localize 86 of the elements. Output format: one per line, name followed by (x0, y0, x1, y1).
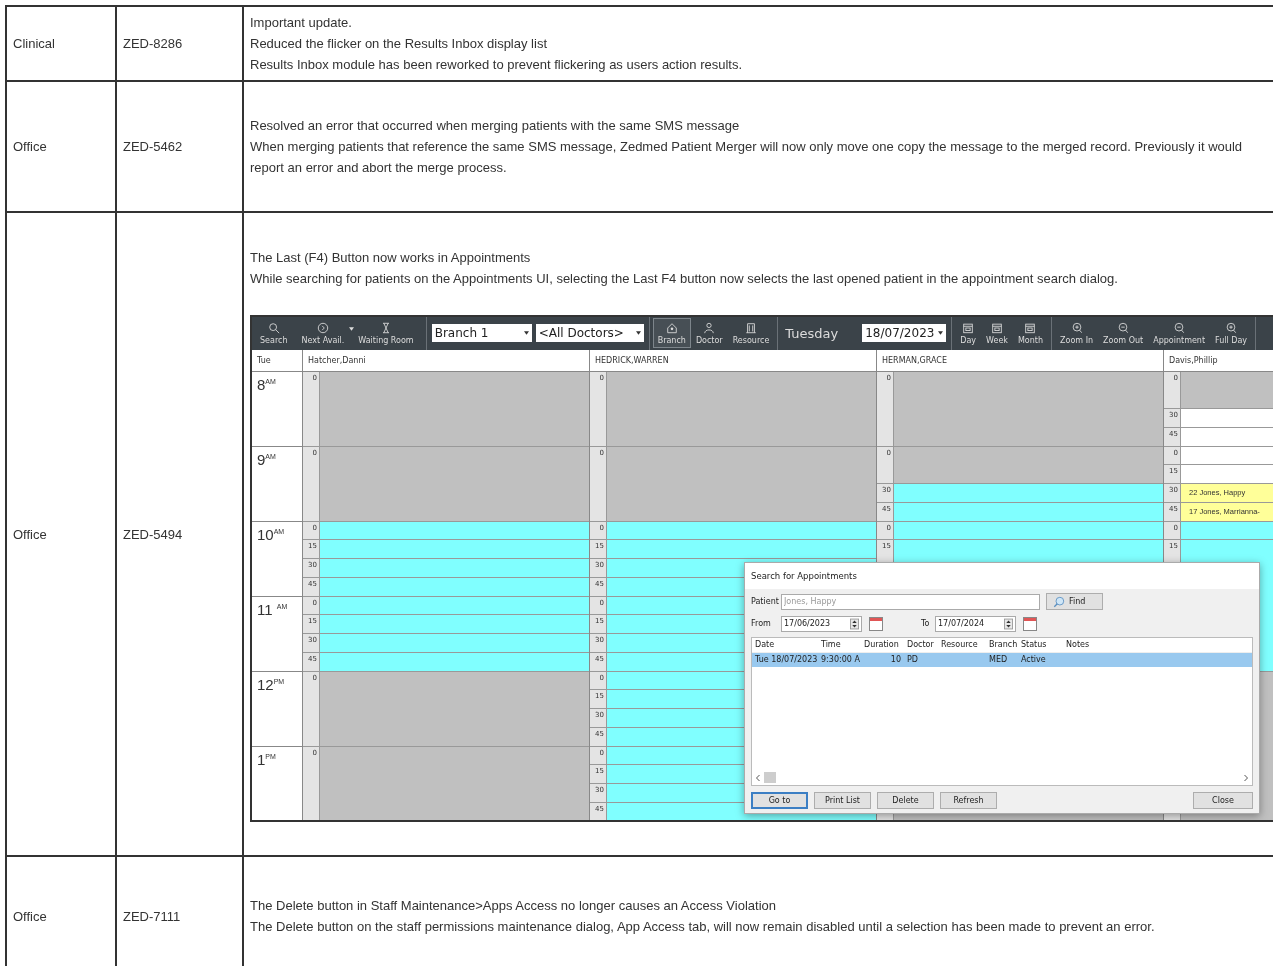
note-text: While searching for patients on the Appointments UI, selecting the Last F4 button now selects the last opened patient in the appointment search dialog. (250, 269, 1119, 288)
note-text: Reduced the flicker on the Results Inbox display list (250, 35, 548, 53)
building-icon (745, 321, 757, 334)
field-label: Patient (751, 597, 777, 606)
scroll-thumb[interactable] (764, 772, 776, 783)
toolbar-button[interactable]: Week (981, 318, 1013, 348)
toolbar-button[interactable]: Appointment (1148, 318, 1211, 348)
calendar-icon[interactable] (869, 616, 883, 631)
date-field[interactable]: 17/07/2024 (935, 615, 1016, 632)
toolbar-button[interactable]: Waiting Room (353, 318, 419, 348)
calendar-icon[interactable] (1023, 616, 1037, 631)
spin-icon (1004, 617, 1013, 630)
hour-label: 8$^{AM}$ (252, 371, 302, 447)
table-cell-text: MED (988, 655, 1009, 664)
dialog-title: Search for Appointments (745, 562, 1259, 589)
calendar-icon (1024, 321, 1037, 334)
toolbar-button[interactable]: Doctor (690, 318, 728, 348)
dialog-button[interactable]: Close (1193, 791, 1253, 809)
zoom-out-icon (1117, 321, 1130, 334)
table-cell-text: 9:30:00 A (820, 655, 861, 664)
search-icon (267, 321, 280, 334)
dropdown-select[interactable]: Branch 1 (431, 324, 532, 342)
table-cell-text: Active (1020, 655, 1047, 664)
find-button[interactable]: Find (1046, 593, 1103, 610)
dialog-button[interactable]: Print List (814, 791, 871, 809)
hour-label: 12$^{PM}$ (252, 671, 302, 747)
column-header: Branch (988, 640, 1018, 649)
hour-label: 10$^{AM}$ (252, 521, 302, 597)
patient-field[interactable]: Jones, Happy (781, 593, 1040, 610)
person-icon (703, 321, 716, 334)
table-cell-text: PD (906, 655, 919, 664)
toolbar-button[interactable]: Zoom Out (1098, 318, 1149, 348)
note-text: Important update. (250, 14, 353, 32)
note-text: Results Inbox module has been reworked to prevent flickering as users action results. (250, 56, 744, 74)
day-label: Tuesday (784, 325, 840, 341)
category-text: Clinical (13, 36, 55, 51)
column-header: Time (820, 640, 842, 649)
note-text: The Delete button on the staff permissions maintenance dialog, App Access tab, will now remain disabled until a selection has been made to prevent an error. (250, 918, 1156, 936)
date-field[interactable]: 17/06/2023 (781, 615, 862, 632)
zoom-in-icon (1070, 321, 1083, 334)
dropdown-select[interactable]: <All Doctors> (535, 324, 644, 342)
toolbar-button[interactable]: Resource (727, 318, 775, 348)
table-cell-text: Tue 18/07/2023 (754, 655, 818, 664)
note-text: The Last (F4) Button now works in Appointments (250, 248, 532, 267)
toolbar-button[interactable]: Day (955, 318, 982, 348)
zoom-in-icon (1225, 321, 1238, 334)
column-header: Status (1020, 640, 1048, 649)
ticket-id: ZED-5494 (123, 526, 183, 542)
chevron-circle-icon (316, 321, 329, 334)
toolbar-button[interactable]: Zoom In (1055, 318, 1099, 348)
column-header: Doctor (906, 640, 935, 649)
hour-label: 11 $^{AM}$ (252, 596, 302, 672)
category-text: Office (13, 139, 47, 154)
field-label: To (921, 619, 931, 628)
toolbar-button[interactable]: Search (255, 318, 293, 348)
toolbar-button[interactable]: Next Avail. (296, 318, 350, 348)
note-text: Resolved an error that occurred when merging patients with the same SMS message (250, 117, 741, 135)
column-header: Notes (1065, 640, 1091, 649)
house-icon (665, 321, 678, 334)
calendar-icon (991, 321, 1003, 334)
note-text: The Delete button in Staff Maintenance>Apps Access no longer causes an Access Violation (250, 897, 777, 915)
column-header: Resource (940, 640, 979, 649)
toolbar-button[interactable]: Full Day (1210, 318, 1253, 348)
dropdown-select[interactable]: 18/07/2023 (862, 324, 947, 342)
caret-icon (938, 331, 944, 335)
column-header: Date (754, 640, 776, 649)
dialog-button[interactable]: Go to (751, 791, 808, 809)
ticket-id: ZED-7111 (123, 908, 181, 924)
ticket-id: ZED-8286 (123, 36, 183, 51)
search-icon (1053, 595, 1065, 608)
toolbar-button[interactable]: Branch (652, 318, 691, 348)
ticket-id: ZED-5462 (123, 139, 183, 154)
hour-label: 9$^{AM}$ (252, 446, 302, 522)
caret-icon (523, 331, 529, 335)
hour-label: 1$^{PM}$ (252, 746, 302, 820)
field-label: From (751, 619, 772, 628)
dialog-button[interactable]: Delete (877, 791, 934, 809)
category-text: Office (13, 908, 47, 924)
calendar-icon (962, 321, 975, 334)
toolbar-button[interactable]: Month (1012, 318, 1049, 348)
spin-icon (850, 617, 859, 630)
dialog-button[interactable]: Refresh (940, 791, 997, 809)
category-text: Office (13, 526, 47, 542)
caret-icon (635, 331, 641, 335)
note-text: When merging patients that reference the same SMS message, Zedmed Patient Merger will now only move one copy the message to the merged record. Previously it would report an error and abort the merge process. (250, 138, 1244, 177)
zoom-out-icon (1173, 321, 1186, 334)
